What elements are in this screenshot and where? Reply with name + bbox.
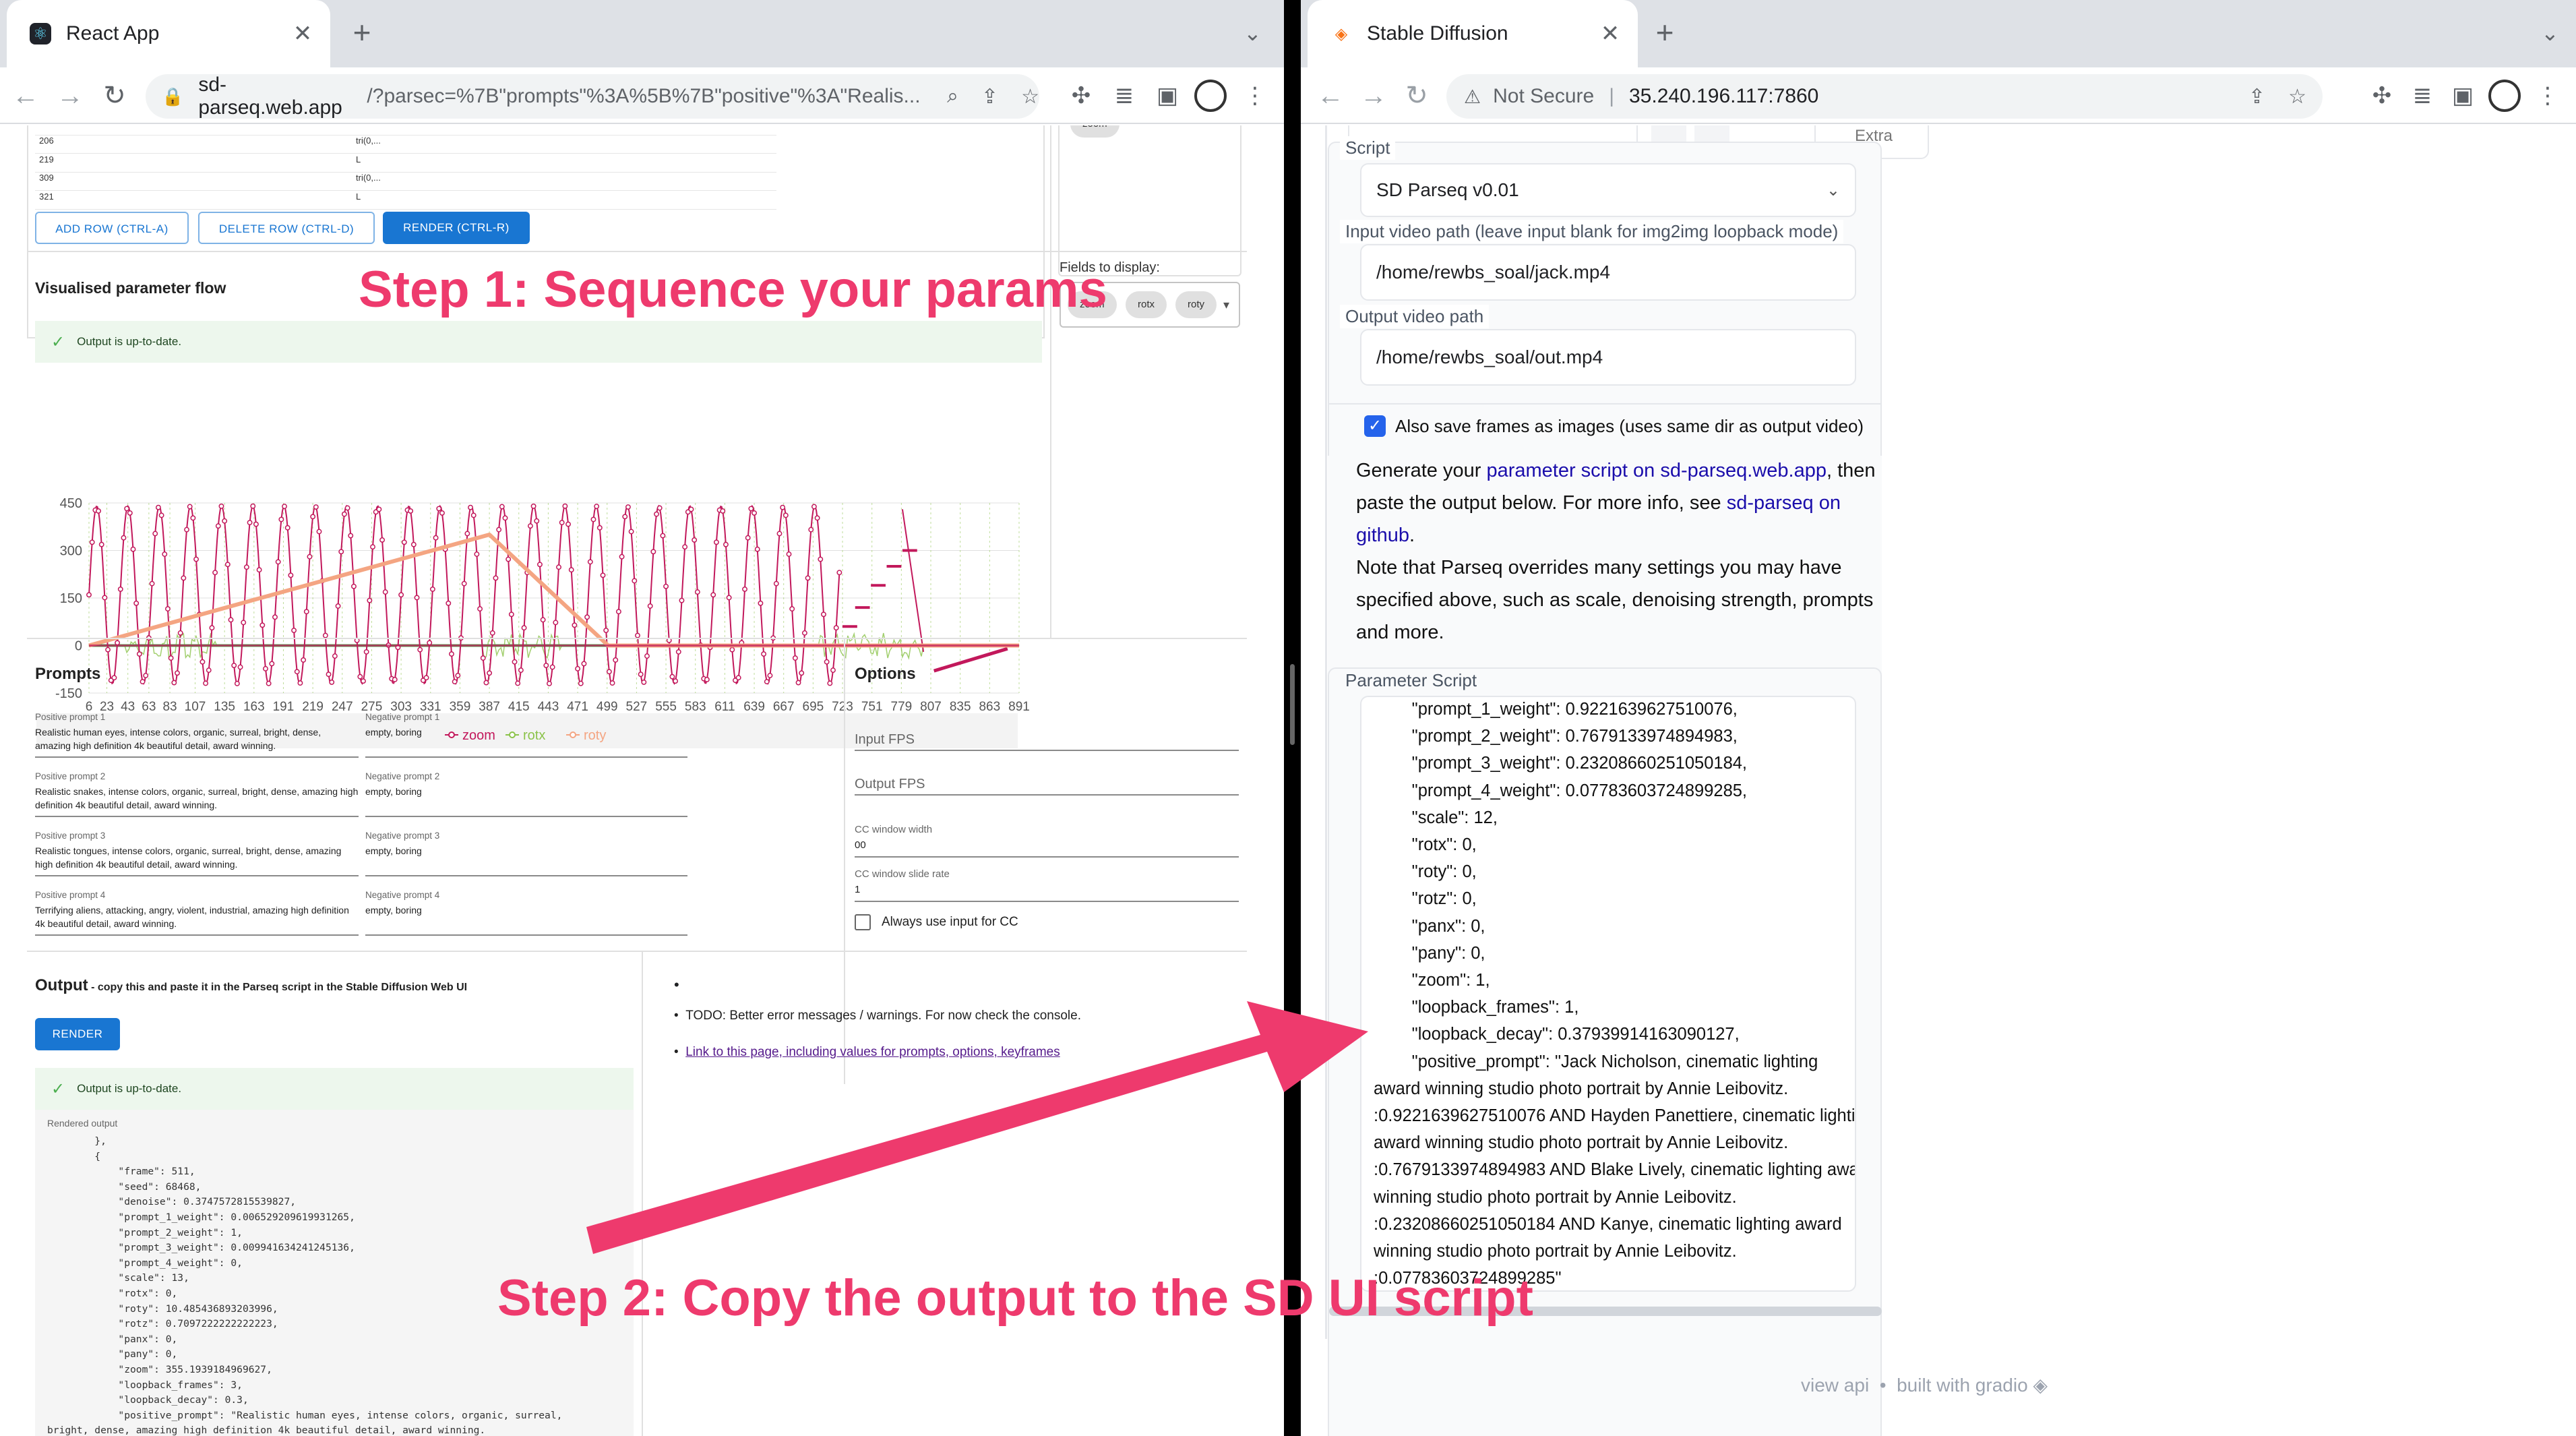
step-2-annotation: Step 2: Copy the output to the SD UI scr… [497, 1269, 1533, 1327]
annotation-arrow [586, 1001, 1368, 1254]
arrow-shape [586, 1001, 1368, 1254]
